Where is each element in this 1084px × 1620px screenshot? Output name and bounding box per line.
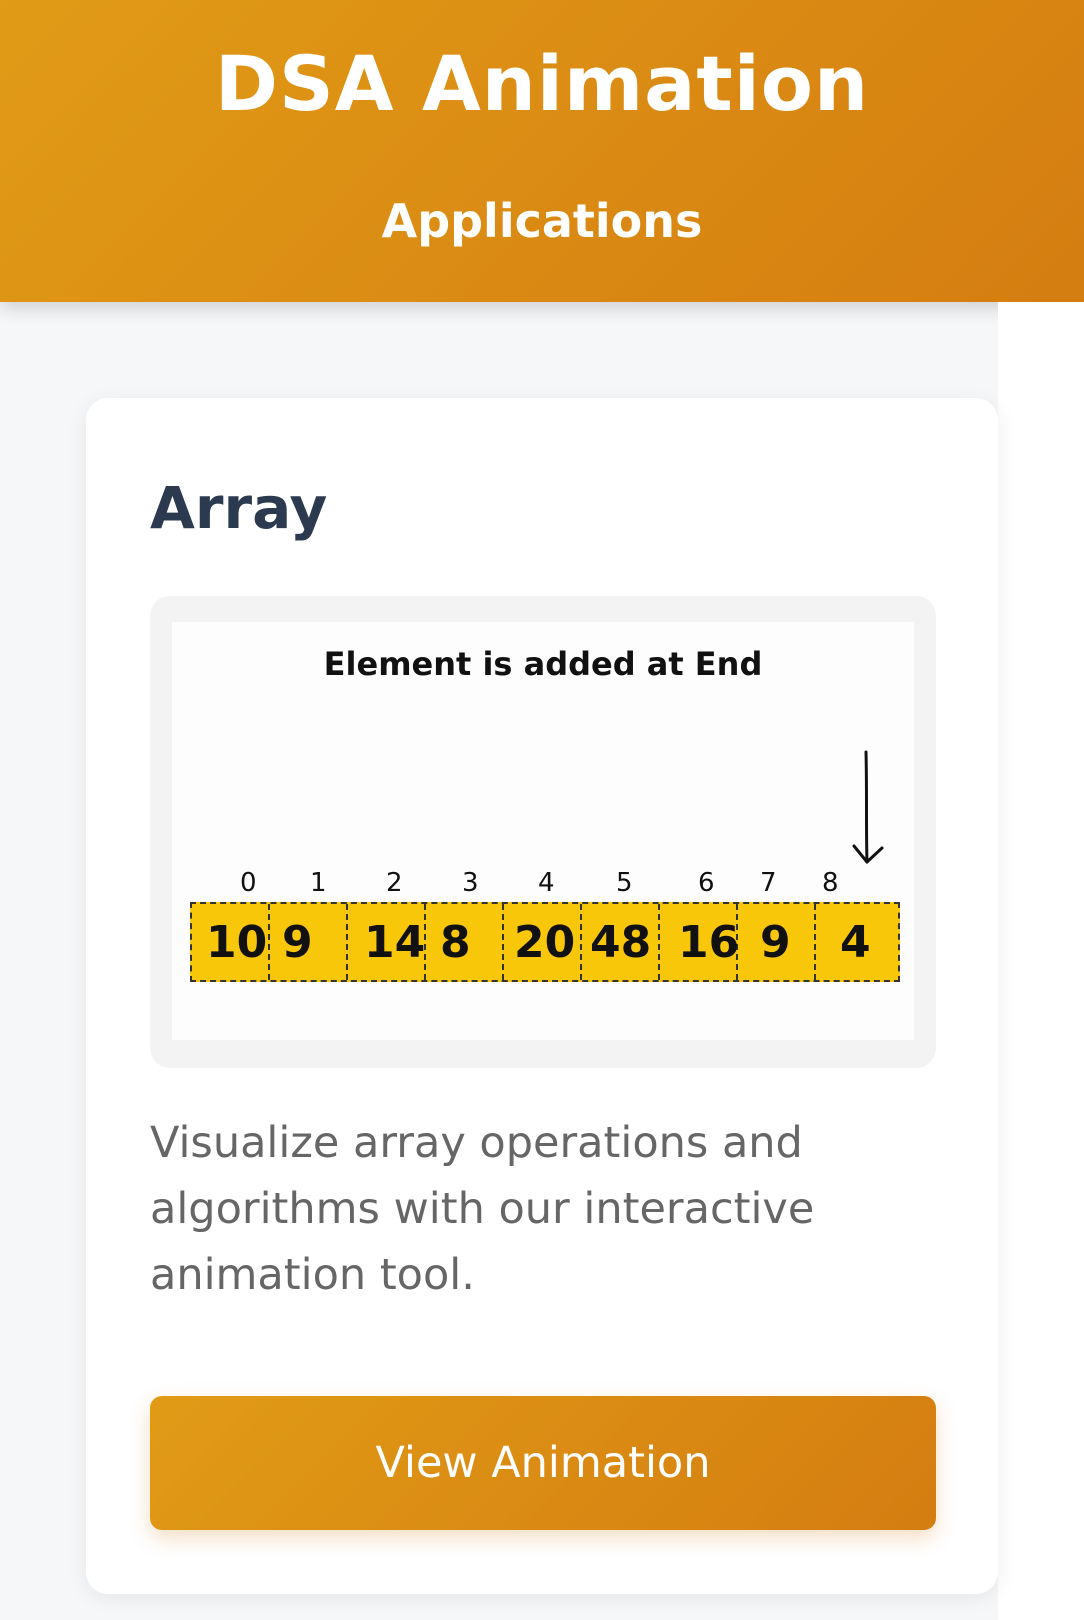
right-gutter xyxy=(998,302,1084,1620)
index-label: 0 xyxy=(240,868,257,898)
array-cell: 14 xyxy=(348,904,426,980)
array-cell: 8 xyxy=(426,904,504,980)
array-cell: 20 xyxy=(504,904,582,980)
array-card: Array Element is added at End 0 1 2 3 4 … xyxy=(86,398,998,1594)
card-title: Array xyxy=(150,474,328,542)
array-cell: 10 xyxy=(192,904,270,980)
index-row: 0 1 2 3 4 5 6 7 8 xyxy=(190,868,900,900)
array-cell: 16 xyxy=(660,904,740,980)
array-cells: 10 9 14 8 20 48 16 9 4 xyxy=(190,902,900,982)
animation-preview: Element is added at End 0 1 2 3 4 5 6 7 … xyxy=(150,596,936,1068)
array-cell-value: 16 xyxy=(678,917,740,968)
array-cell-value: 14 xyxy=(364,917,426,968)
card-description: Visualize array operations and algorithm… xyxy=(150,1118,815,1300)
index-label: 8 xyxy=(822,868,839,898)
index-label: 4 xyxy=(538,868,555,898)
animation-frame: Element is added at End 0 1 2 3 4 5 6 7 … xyxy=(172,622,914,1040)
array-cell-value: 10 xyxy=(206,917,268,968)
index-label: 7 xyxy=(760,868,777,898)
index-label: 3 xyxy=(462,868,479,898)
index-label: 1 xyxy=(310,868,327,898)
array-cell: 48 xyxy=(582,904,660,980)
site-title: DSA Animation xyxy=(214,39,870,128)
site-header: DSA Animation Applications xyxy=(0,0,1084,302)
array-cell-value: 48 xyxy=(590,917,652,968)
array-cell-value: 4 xyxy=(840,917,871,968)
array-cell: 9 xyxy=(738,904,816,980)
view-animation-button[interactable]: View Animation xyxy=(150,1396,936,1530)
array-cell: 9 xyxy=(270,904,348,980)
index-label: 6 xyxy=(698,868,715,898)
array-cell-value: 9 xyxy=(282,917,313,968)
down-arrow-icon xyxy=(852,750,884,864)
index-label: 5 xyxy=(616,868,633,898)
array-cell-value: 8 xyxy=(440,917,471,968)
array-cell-value: 20 xyxy=(514,917,576,968)
section-title: Applications xyxy=(381,194,703,248)
animation-caption: Element is added at End xyxy=(323,645,763,683)
index-label: 2 xyxy=(386,868,403,898)
array-cell: 4 xyxy=(816,904,898,980)
array-cell-value: 9 xyxy=(760,917,791,968)
page: DSA Animation Applications Array Element… xyxy=(0,0,1084,1620)
